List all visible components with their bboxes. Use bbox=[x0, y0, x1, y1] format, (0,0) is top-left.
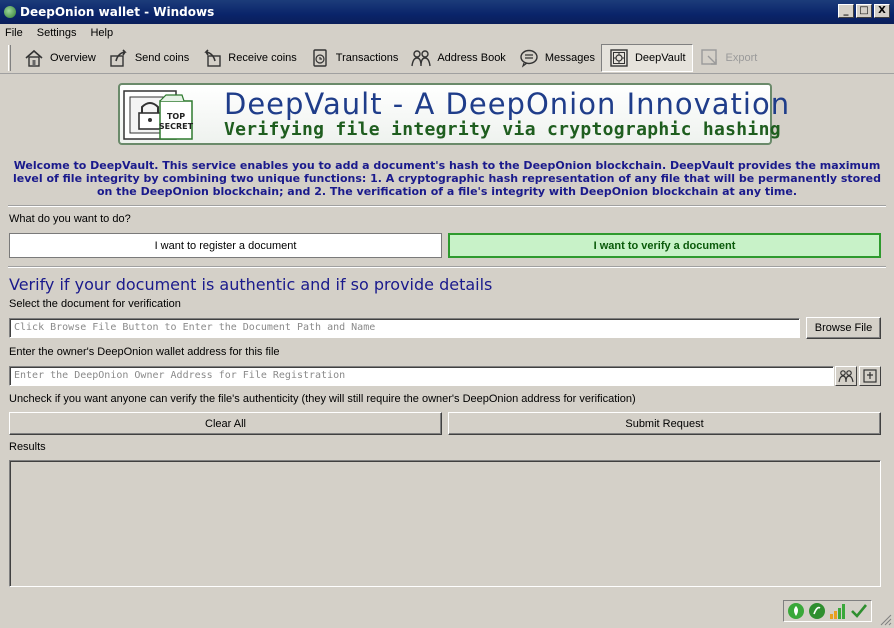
intro-text: Welcome to DeepVault. This service enabl… bbox=[13, 159, 881, 198]
staking-icon[interactable] bbox=[808, 602, 826, 620]
divider bbox=[8, 266, 886, 268]
toolbar: Overview Send coins Receive coins Transa… bbox=[0, 42, 894, 74]
results-panel[interactable] bbox=[9, 460, 881, 587]
deepvault-banner: TOP SECRET DeepVault - A DeepOnion Innov… bbox=[118, 83, 789, 145]
tor-icon[interactable] bbox=[787, 602, 805, 620]
toolbar-export[interactable]: Export bbox=[693, 44, 764, 72]
window-controls: _ □ X bbox=[838, 4, 890, 18]
toolbar-receive-coins-label: Receive coins bbox=[228, 51, 297, 64]
toolbar-deepvault-label: DeepVault bbox=[634, 51, 686, 64]
menu-file[interactable]: File bbox=[5, 27, 23, 39]
toolbar-send-coins-label: Send coins bbox=[134, 51, 190, 64]
owner-address-label: Enter the owner's DeepOnion wallet addre… bbox=[9, 346, 280, 358]
maximize-button[interactable]: □ bbox=[856, 4, 872, 18]
menu-help[interactable]: Help bbox=[90, 27, 113, 39]
paste-icon bbox=[863, 369, 877, 383]
address-book-icon bbox=[838, 370, 854, 383]
toolbar-address-book-label: Address Book bbox=[437, 51, 506, 64]
submit-request-button[interactable]: Submit Request bbox=[448, 412, 881, 435]
toolbar-messages[interactable]: Messages bbox=[512, 44, 601, 72]
toolbar-address-book[interactable]: Address Book bbox=[404, 44, 511, 72]
results-label: Results bbox=[9, 441, 46, 453]
close-button[interactable]: X bbox=[874, 4, 890, 18]
deepvault-icon bbox=[608, 48, 630, 68]
synced-check-icon[interactable] bbox=[850, 602, 868, 620]
toolbar-overview[interactable]: Overview bbox=[17, 44, 102, 72]
connections-icon[interactable] bbox=[829, 602, 847, 620]
menu-settings[interactable]: Settings bbox=[37, 27, 77, 39]
toolbar-messages-label: Messages bbox=[544, 51, 595, 64]
window-title: DeepOnion wallet - Windows bbox=[20, 5, 215, 19]
banner-subtitle: Verifying file integrity via cryptograph… bbox=[224, 119, 781, 140]
verify-document-button[interactable]: I want to verify a document bbox=[448, 233, 881, 258]
owner-address-input[interactable]: Enter the DeepOnion Owner Address for Fi… bbox=[9, 366, 834, 386]
divider bbox=[8, 205, 886, 207]
verify-section-title: Verify if your document is authentic and… bbox=[9, 275, 493, 294]
toolbar-transactions-label: Transactions bbox=[335, 51, 399, 64]
clear-all-button[interactable]: Clear All bbox=[9, 412, 442, 435]
register-document-button[interactable]: I want to register a document bbox=[9, 233, 442, 258]
status-bar bbox=[0, 596, 894, 628]
toolbar-send-coins[interactable]: Send coins bbox=[102, 44, 195, 72]
send-icon bbox=[108, 48, 130, 68]
document-path-input[interactable]: Click Browse File Button to Enter the Do… bbox=[9, 318, 800, 338]
browse-file-button[interactable]: Browse File bbox=[806, 317, 881, 339]
title-bar: DeepOnion wallet - Windows _ □ X bbox=[0, 0, 894, 24]
export-icon bbox=[699, 48, 721, 68]
toolbar-deepvault[interactable]: DeepVault bbox=[600, 43, 693, 72]
toolbar-overview-label: Overview bbox=[50, 51, 96, 64]
address-book-button[interactable] bbox=[835, 366, 857, 386]
toolbar-receive-coins[interactable]: Receive coins bbox=[195, 44, 302, 72]
home-icon bbox=[23, 48, 45, 68]
minimize-button[interactable]: _ bbox=[838, 4, 854, 18]
banner-title: DeepVault - A DeepOnion Innovation bbox=[224, 87, 791, 121]
transactions-icon bbox=[309, 48, 331, 68]
paste-address-button[interactable] bbox=[859, 366, 881, 386]
top-secret-folder-logo: TOP SECRET bbox=[123, 90, 194, 140]
prompt-label: What do you want to do? bbox=[9, 213, 131, 225]
messages-icon bbox=[518, 48, 540, 68]
menu-bar: File Settings Help bbox=[0, 24, 894, 41]
status-icons bbox=[783, 600, 872, 622]
uncheck-note: Uncheck if you want anyone can verify th… bbox=[9, 393, 636, 405]
file-label: Select the document for verification bbox=[9, 298, 181, 310]
toolbar-transactions[interactable]: Transactions bbox=[303, 44, 405, 72]
address-book-icon bbox=[410, 48, 432, 68]
size-grip[interactable] bbox=[878, 612, 892, 626]
receive-icon bbox=[201, 48, 223, 68]
app-icon bbox=[4, 6, 16, 18]
svg-text:SECRET: SECRET bbox=[159, 122, 194, 131]
svg-text:TOP: TOP bbox=[167, 112, 185, 121]
toolbar-export-label: Export bbox=[725, 51, 758, 64]
toolbar-grip[interactable] bbox=[8, 44, 11, 71]
